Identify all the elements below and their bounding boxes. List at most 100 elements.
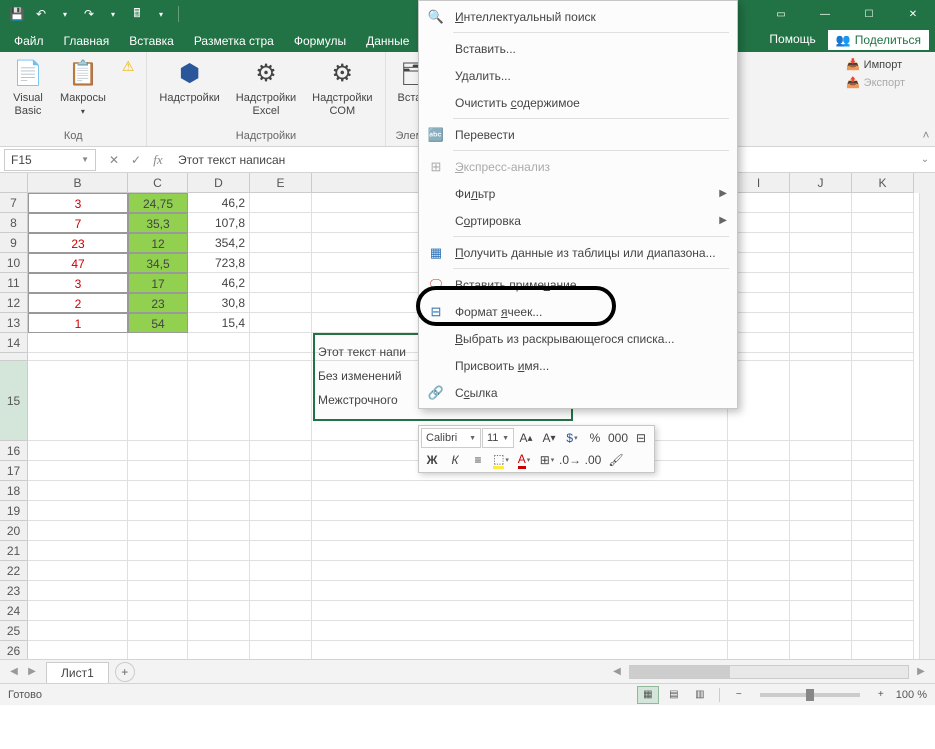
cell[interactable] bbox=[728, 521, 790, 541]
cell[interactable] bbox=[188, 501, 250, 521]
cell[interactable] bbox=[852, 353, 914, 361]
cell[interactable] bbox=[852, 233, 914, 253]
decrease-decimal-button[interactable]: .0→ bbox=[559, 450, 581, 470]
cell[interactable] bbox=[728, 601, 790, 621]
ctx-format-cells[interactable]: ⊟ Формат ячеек... bbox=[419, 298, 737, 325]
cell[interactable] bbox=[188, 481, 250, 501]
cell[interactable] bbox=[852, 501, 914, 521]
row-header-13[interactable]: 13 bbox=[0, 313, 28, 333]
excel-addins-button[interactable]: ⚙ Надстройки Excel bbox=[232, 56, 300, 120]
cell[interactable] bbox=[28, 361, 128, 441]
cell[interactable] bbox=[250, 621, 312, 641]
cell[interactable] bbox=[728, 501, 790, 521]
cell[interactable] bbox=[250, 233, 312, 253]
horizontal-scrollbar[interactable] bbox=[629, 665, 909, 679]
merge-button[interactable]: ⊟ bbox=[630, 428, 652, 448]
cell[interactable] bbox=[790, 213, 852, 233]
fill-color-button[interactable]: ⬚▾ bbox=[490, 450, 512, 470]
cell[interactable] bbox=[790, 293, 852, 313]
cell[interactable] bbox=[250, 313, 312, 333]
cell[interactable]: 24,75 bbox=[128, 193, 188, 213]
cell[interactable] bbox=[852, 481, 914, 501]
cell[interactable]: 2 bbox=[28, 293, 128, 313]
cell[interactable] bbox=[28, 481, 128, 501]
decrease-font-button[interactable]: A▾ bbox=[538, 428, 560, 448]
cell[interactable] bbox=[312, 501, 728, 521]
cell[interactable] bbox=[790, 193, 852, 213]
com-addins-button[interactable]: ⚙ Надстройки COM bbox=[308, 56, 376, 120]
cell[interactable] bbox=[790, 541, 852, 561]
cell[interactable] bbox=[188, 641, 250, 659]
cell[interactable] bbox=[128, 501, 188, 521]
cell[interactable] bbox=[188, 333, 250, 353]
cell[interactable]: 34,5 bbox=[128, 253, 188, 273]
tab-insert[interactable]: Вставка bbox=[119, 30, 184, 52]
col-header-E[interactable]: E bbox=[250, 173, 312, 193]
zoom-out-button[interactable]: − bbox=[728, 686, 750, 704]
cell[interactable] bbox=[852, 253, 914, 273]
minimize-button[interactable]: — bbox=[803, 0, 847, 28]
row-header-11[interactable]: 11 bbox=[0, 273, 28, 293]
align-center-button[interactable]: ≡ bbox=[467, 450, 489, 470]
cell[interactable]: 30,8 bbox=[188, 293, 250, 313]
cell[interactable]: 23 bbox=[28, 233, 128, 253]
row-header-21[interactable]: 21 bbox=[0, 541, 28, 561]
col-header-J[interactable]: J bbox=[790, 173, 852, 193]
cell[interactable] bbox=[790, 481, 852, 501]
col-header-D[interactable]: D bbox=[188, 173, 250, 193]
cell[interactable] bbox=[250, 501, 312, 521]
cell[interactable]: 1 bbox=[28, 313, 128, 333]
zoom-in-button[interactable]: + bbox=[870, 686, 892, 704]
normal-view-button[interactable]: ▦ bbox=[637, 686, 659, 704]
cell[interactable] bbox=[852, 621, 914, 641]
cell[interactable] bbox=[250, 481, 312, 501]
cell[interactable] bbox=[128, 441, 188, 461]
ctx-insert[interactable]: Вставить... bbox=[419, 35, 737, 62]
row-header-18[interactable]: 18 bbox=[0, 481, 28, 501]
cell[interactable] bbox=[188, 561, 250, 581]
cell[interactable] bbox=[28, 521, 128, 541]
cell[interactable] bbox=[728, 621, 790, 641]
cell[interactable] bbox=[250, 253, 312, 273]
col-header-B[interactable]: B bbox=[28, 173, 128, 193]
cell[interactable]: 7 bbox=[28, 213, 128, 233]
cell[interactable] bbox=[728, 641, 790, 659]
cell[interactable] bbox=[250, 581, 312, 601]
accept-formula-button[interactable]: ✓ bbox=[126, 150, 146, 170]
cell[interactable] bbox=[188, 621, 250, 641]
cell[interactable] bbox=[128, 361, 188, 441]
zoom-value[interactable]: 100 % bbox=[896, 689, 927, 701]
qat-customize[interactable]: ▾ bbox=[150, 3, 172, 25]
cell[interactable] bbox=[728, 541, 790, 561]
cell[interactable] bbox=[28, 621, 128, 641]
font-size-select[interactable]: 11 ▼ bbox=[482, 428, 514, 448]
cell[interactable] bbox=[728, 581, 790, 601]
cell[interactable] bbox=[852, 601, 914, 621]
redo-dropdown[interactable]: ▾ bbox=[102, 3, 124, 25]
cell[interactable] bbox=[312, 561, 728, 581]
row-header-16[interactable]: 16 bbox=[0, 441, 28, 461]
cell[interactable] bbox=[312, 621, 728, 641]
import-button[interactable]: 📥 Импорт bbox=[842, 56, 906, 73]
cell[interactable] bbox=[250, 353, 312, 361]
addins-button[interactable]: ⬢ Надстройки bbox=[155, 56, 223, 107]
ctx-filter[interactable]: Фильтр ▶ bbox=[419, 180, 737, 207]
row-header-26[interactable]: 26 bbox=[0, 641, 28, 659]
cell[interactable] bbox=[128, 541, 188, 561]
cell[interactable] bbox=[790, 461, 852, 481]
cell[interactable] bbox=[188, 441, 250, 461]
cell[interactable] bbox=[128, 621, 188, 641]
cell[interactable] bbox=[188, 353, 250, 361]
cell[interactable] bbox=[790, 561, 852, 581]
row-header-15[interactable]: 15 bbox=[0, 361, 28, 441]
select-all-corner[interactable] bbox=[0, 173, 28, 193]
cell[interactable] bbox=[28, 441, 128, 461]
cell[interactable] bbox=[790, 253, 852, 273]
cell[interactable] bbox=[128, 461, 188, 481]
row-header-22[interactable]: 22 bbox=[0, 561, 28, 581]
cell[interactable] bbox=[250, 541, 312, 561]
cell[interactable] bbox=[250, 521, 312, 541]
ctx-get-table-data[interactable]: ▦ Получить данные из таблицы или диапазо… bbox=[419, 239, 737, 266]
save-button[interactable]: 💾 bbox=[6, 3, 28, 25]
collapse-ribbon-button[interactable]: ˄ bbox=[917, 52, 935, 146]
